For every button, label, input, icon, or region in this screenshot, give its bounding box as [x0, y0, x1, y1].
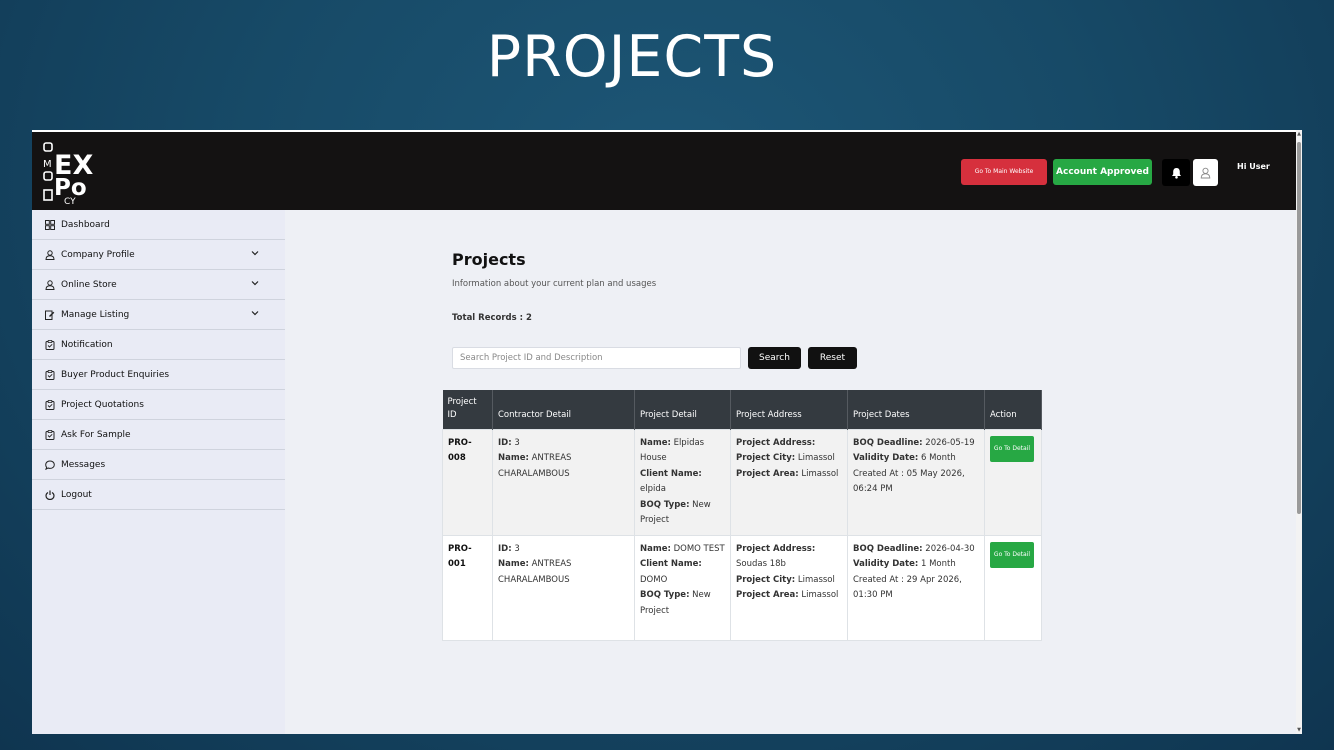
grid-icon [45, 219, 55, 230]
total-records: Total Records : 2 [452, 313, 532, 323]
go-to-detail-button[interactable]: Go To Detail [990, 435, 1034, 462]
project-detail-cell: Name: Elpidas House Client Name: elpida … [634, 428, 731, 536]
power-icon [45, 490, 55, 500]
sidebar-item-buyer-product-enquiries[interactable]: Buyer Product Enquiries [32, 360, 285, 390]
account-approved-button[interactable]: Account Approved [1053, 159, 1152, 185]
chat-icon [45, 459, 55, 470]
go-to-detail-button[interactable]: Go To Detail [990, 541, 1034, 568]
notifications-button[interactable] [1162, 159, 1190, 186]
domo-expo-logo[interactable]: M EX Po CY [42, 140, 104, 206]
header-project-id: Project ID [442, 390, 493, 429]
search-input[interactable] [452, 347, 741, 369]
clipboard-icon [45, 339, 55, 350]
project-dates-cell: BOQ Deadline: 2026-04-30 Validity Date: … [847, 534, 985, 641]
clipboard-icon [45, 429, 55, 440]
sidebar-item-logout[interactable]: Logout [32, 480, 285, 510]
user-icon [45, 279, 55, 290]
chevron-down-icon[interactable] [251, 250, 259, 256]
sidebar-item-label: Notification [61, 339, 113, 350]
project-id-cell: PRO-008 [442, 428, 493, 536]
project-dates-cell: BOQ Deadline: 2026-05-19 Validity Date: … [847, 428, 985, 536]
sidebar-item-label: Messages [61, 459, 106, 470]
sidebar-item-label: Online Store [61, 279, 117, 290]
clipboard-icon [45, 399, 55, 410]
scroll-thumb[interactable] [1297, 142, 1301, 514]
sidebar-item-company-profile[interactable]: Company Profile [32, 240, 285, 270]
sidebar-item-dashboard[interactable]: Dashboard [32, 210, 285, 240]
header-project-address: Project Address [730, 390, 848, 429]
user-greeting: Hi User [1237, 162, 1270, 171]
header-project-dates: Project Dates [847, 390, 985, 429]
header-project-detail: Project Detail [634, 390, 731, 429]
bell-icon [1171, 167, 1181, 179]
search-button[interactable]: Search [748, 347, 801, 369]
sidebar-item-manage-listing[interactable]: Manage Listing [32, 300, 285, 330]
project-address-cell: Project Address: Project City: Limassol … [730, 428, 848, 536]
clipboard-icon [45, 369, 55, 380]
contractor-detail-cell: ID: 3 Name: ANTREAS CHARALAMBOUS [492, 428, 635, 536]
chevron-down-icon[interactable] [251, 280, 259, 286]
projects-table: Project ID Contractor Detail Project Det… [442, 390, 1042, 641]
page-scrollbar[interactable]: ▲ ▼ [1296, 130, 1302, 734]
go-to-main-website-button[interactable]: Go To Main Website [961, 159, 1047, 185]
project-id-cell: PRO-001 [442, 534, 493, 641]
app-window: M EX Po CY Go To Main Website Account Ap… [32, 130, 1302, 734]
sidebar-item-label: Buyer Product Enquiries [61, 369, 170, 380]
page-title: Projects [452, 250, 526, 269]
top-navbar: M EX Po CY Go To Main Website Account Ap… [32, 130, 1296, 210]
table-row: PRO-001 ID: 3 Name: ANTREAS CHARALAMBOUS… [442, 534, 1042, 641]
sidebar-item-label: Ask For Sample [61, 429, 131, 440]
action-cell: Go To Detail [984, 428, 1042, 536]
user-icon [1200, 167, 1211, 178]
sidebar-item-messages[interactable]: Messages [32, 450, 285, 480]
reset-button[interactable]: Reset [808, 347, 857, 369]
table-header-row: Project ID Contractor Detail Project Det… [442, 390, 1042, 429]
main-content: Projects Information about your current … [285, 210, 1296, 734]
header-contractor-detail: Contractor Detail [492, 390, 635, 429]
sidebar-item-label: Company Profile [61, 249, 135, 260]
project-address-cell: Project Address: Soudas 18b Project City… [730, 534, 848, 641]
sidebar-item-notification[interactable]: Notification [32, 330, 285, 360]
sidebar-item-project-quotations[interactable]: Project Quotations [32, 390, 285, 420]
logo-cy: CY [64, 197, 76, 206]
slide-title: PROJECTS [486, 24, 778, 90]
action-cell: Go To Detail [984, 534, 1042, 641]
contractor-detail-cell: ID: 3 Name: ANTREAS CHARALAMBOUS [492, 534, 635, 641]
scroll-down-arrow-icon[interactable]: ▼ [1296, 726, 1302, 734]
sidebar-item-label: Logout [61, 489, 92, 500]
sidebar-item-label: Project Quotations [61, 399, 144, 410]
chevron-down-icon[interactable] [251, 310, 259, 316]
svg-text:M: M [43, 159, 52, 170]
sidebar-item-label: Dashboard [61, 219, 110, 230]
sidebar: Dashboard Company Profile Online Store M… [32, 210, 285, 734]
project-detail-cell: Name: DOMO TEST Client Name: DOMO BOQ Ty… [634, 534, 731, 641]
header-action: Action [984, 390, 1042, 429]
edit-icon [45, 310, 55, 320]
scroll-up-arrow-icon[interactable]: ▲ [1296, 130, 1302, 138]
table-row: PRO-008 ID: 3 Name: ANTREAS CHARALAMBOUS… [442, 428, 1042, 536]
sidebar-item-label: Manage Listing [61, 309, 130, 320]
page-subtitle: Information about your current plan and … [452, 279, 657, 289]
user-profile-button[interactable] [1193, 159, 1218, 186]
user-icon [45, 249, 55, 260]
sidebar-item-ask-for-sample[interactable]: Ask For Sample [32, 420, 285, 450]
sidebar-item-online-store[interactable]: Online Store [32, 270, 285, 300]
